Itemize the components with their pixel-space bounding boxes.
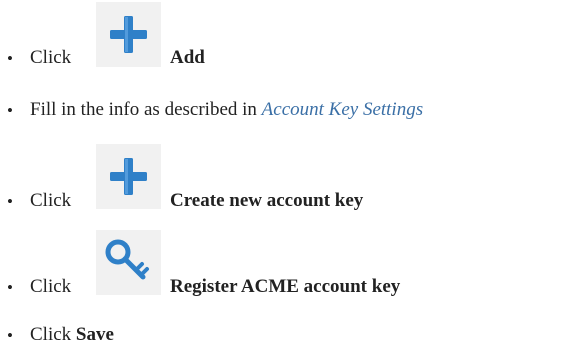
bullet: • <box>7 192 13 211</box>
bullet: • <box>7 278 13 297</box>
step-2: • Fill in the info as described in Accou… <box>0 80 581 120</box>
bullet: • <box>7 49 13 68</box>
step-5: • Click Save <box>0 305 581 345</box>
bullet: • <box>7 101 13 120</box>
step-prefix: Click <box>30 190 72 211</box>
step-text: Fill in the info as described in Account… <box>30 99 423 121</box>
register-acme-account-key-label: Register ACME account key <box>170 276 401 297</box>
bullet: • <box>7 326 13 345</box>
step-prefix: Click <box>30 47 72 68</box>
key-icon <box>96 230 161 295</box>
step-3: • Click Create new account key <box>0 140 581 220</box>
step-4: • Click Register ACME account key <box>0 225 581 305</box>
step-1: • Click Add <box>0 0 581 80</box>
account-key-settings-link[interactable]: Account Key Settings <box>262 99 423 120</box>
step-prefix: Fill in the info as described in <box>30 99 257 120</box>
step-text: Click Save <box>30 324 114 346</box>
save-label: Save <box>75 324 114 345</box>
create-new-account-key-label: Create new account key <box>170 190 364 211</box>
step-prefix: Click <box>30 276 72 297</box>
plus-icon <box>96 144 161 209</box>
step-prefix: Click <box>30 324 72 345</box>
add-label: Add <box>170 47 205 68</box>
plus-icon <box>96 2 161 67</box>
